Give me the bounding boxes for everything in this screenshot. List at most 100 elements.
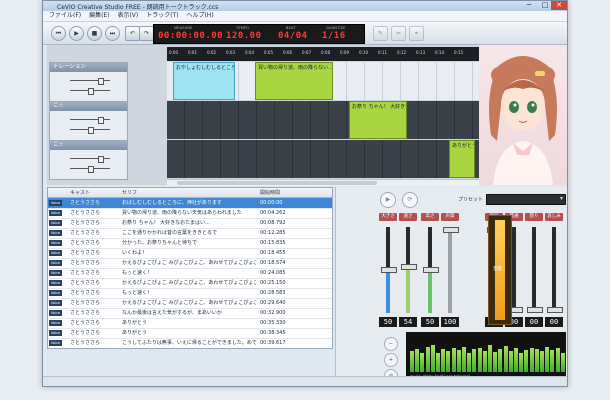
ruler-tick: 0:09 [340, 50, 349, 55]
menu-help[interactable]: ヘルプ(H) [186, 11, 213, 21]
waveform-bar [436, 353, 440, 372]
param-value[interactable]: 00 [545, 317, 563, 327]
table-row[interactable]: Voice さとうささら こうしてふたりは無事、いえに帰ることができました。めでたし… [48, 338, 332, 348]
param-value[interactable]: 50 [421, 317, 439, 327]
loop-button[interactable]: ⟳ [402, 192, 418, 208]
voice-chip: Voice [49, 300, 62, 306]
play-line-button[interactable]: ▶ [380, 192, 396, 208]
lcd-label: MEASURE [174, 26, 193, 30]
rewind-button[interactable]: ⏮ [51, 26, 66, 41]
ruler-tick: 0:07 [302, 50, 311, 55]
waveform-bar [482, 350, 487, 372]
param-slider[interactable] [547, 227, 563, 313]
horizontal-scrollbar[interactable] [167, 179, 479, 186]
minimize-button[interactable]: ─ [521, 1, 537, 10]
track-pan-slider[interactable] [70, 88, 110, 95]
track-pan-slider[interactable] [70, 127, 110, 134]
column-header[interactable]: 開始時間 [260, 189, 280, 196]
slider-knob[interactable] [381, 267, 397, 273]
param-slider[interactable] [443, 227, 459, 313]
status-bar [43, 376, 567, 386]
param-slider[interactable] [507, 227, 523, 313]
voice-chip: Voice [49, 330, 62, 336]
track-volume-slider[interactable] [70, 78, 110, 85]
param-value[interactable]: 54 [399, 317, 417, 327]
close-button[interactable]: ✕ [551, 1, 567, 10]
tool-button[interactable]: ⌖ [409, 26, 424, 41]
waveform-bar [472, 349, 477, 372]
track-lane[interactable]: おやしょむしむしるところに、神社があります… 買い物の帰り道、雨の降らない… [167, 62, 479, 100]
preset-dropdown[interactable]: ▾ [486, 194, 566, 205]
slider-fill [448, 227, 452, 313]
voice-clip[interactable]: お祭り ちゃん！ 大好きな… [349, 101, 407, 139]
param-value[interactable]: 00 [525, 317, 543, 327]
waveform-bar [451, 348, 456, 372]
voice-chip: Voice [49, 280, 62, 286]
slider-knob[interactable] [527, 307, 543, 313]
param-slider[interactable] [401, 227, 417, 313]
side-button[interactable]: + [384, 353, 398, 367]
voice-clip[interactable]: 買い物の帰り道、雨の降らない… [255, 62, 333, 100]
track-pan-slider[interactable] [70, 166, 110, 173]
param-value[interactable]: 50 [379, 317, 397, 327]
cell-line: ありがとう [122, 330, 148, 336]
script-table: キャスト セリフ 開始時間 Voice さとうささら おばしむしむしるところに、神社… [47, 187, 333, 349]
param-label: 大きさ [379, 213, 397, 221]
waveform-bar [462, 346, 466, 372]
track-name: こ☆ [50, 102, 127, 111]
track-name: ナレーション [50, 63, 127, 72]
ruler-tick: 0:04 [245, 50, 254, 55]
cell-time: 00:12.285 [260, 230, 286, 236]
menu-view[interactable]: 表示(V) [117, 11, 138, 21]
slider-knob[interactable] [443, 227, 459, 233]
side-button[interactable]: − [384, 337, 398, 351]
waveform-bar [420, 353, 425, 372]
track-lane[interactable]: ありがとう [167, 140, 479, 178]
waveform-bar [550, 349, 555, 372]
slider-knob[interactable] [423, 267, 439, 273]
slider-fill [406, 266, 410, 313]
track-header[interactable]: こ☆ [49, 140, 128, 180]
cell-line: もっと速く！ [122, 270, 153, 276]
volume-label: 音量 [493, 267, 502, 272]
timeline-ruler[interactable]: 0:00 0:01 0:02 0:03 0:04 0:05 0:06 0:07 … [167, 47, 479, 61]
tool-button[interactable]: ✂ [391, 26, 406, 41]
cell-cast: さとうささら [70, 280, 101, 286]
track-header[interactable]: ナレーション [49, 62, 128, 102]
menu-edit[interactable]: 編集(E) [89, 11, 109, 21]
waveform-bar [529, 347, 534, 372]
voice-clip[interactable]: ありがとう [449, 140, 475, 178]
character-portrait [479, 45, 567, 185]
track-volume-slider[interactable] [70, 117, 110, 124]
track-header[interactable]: こ☆ [49, 101, 128, 141]
track-volume-slider[interactable] [70, 156, 110, 163]
slider-knob[interactable] [401, 263, 417, 270]
menu-file[interactable]: ファイル(F) [49, 11, 81, 21]
tool-button[interactable]: ✎ [373, 26, 388, 41]
param-value[interactable]: 100 [441, 317, 459, 327]
cell-time: 00:25.150 [260, 280, 286, 286]
redo-button[interactable]: ↷ [139, 26, 154, 41]
stop-button[interactable]: ■ [87, 26, 102, 41]
column-header[interactable]: セリフ [122, 189, 137, 196]
track-lane[interactable]: お祭り ちゃん！ 大好きな… [167, 101, 479, 139]
slider-knob[interactable] [547, 307, 563, 313]
param-slider[interactable] [527, 227, 543, 313]
waveform-bar [410, 351, 414, 372]
voice-clip[interactable]: おやしょむしむしるところに、神社があります… [173, 62, 235, 100]
cell-time: 00:28.583 [260, 290, 286, 296]
param-slider[interactable] [381, 227, 397, 313]
undo-button[interactable]: ↶ [125, 26, 140, 41]
waveform-bar [446, 351, 451, 372]
menu-track[interactable]: トラック(T) [146, 11, 178, 21]
play-button[interactable]: ▶ [69, 26, 84, 41]
volume-meter[interactable]: 音量 [488, 215, 512, 325]
param-slider[interactable] [423, 227, 439, 313]
lcd-value: 1/16 [322, 31, 346, 41]
cell-time: 00:15.835 [260, 240, 286, 246]
voice-chip: Voice [49, 260, 62, 266]
waveform-display: muka shimukashi ara tokoroni [406, 332, 566, 380]
forward-button[interactable]: ⏭ [105, 26, 120, 41]
ruler-tick: 0:15 [454, 50, 463, 55]
column-header[interactable]: キャスト [70, 189, 90, 196]
